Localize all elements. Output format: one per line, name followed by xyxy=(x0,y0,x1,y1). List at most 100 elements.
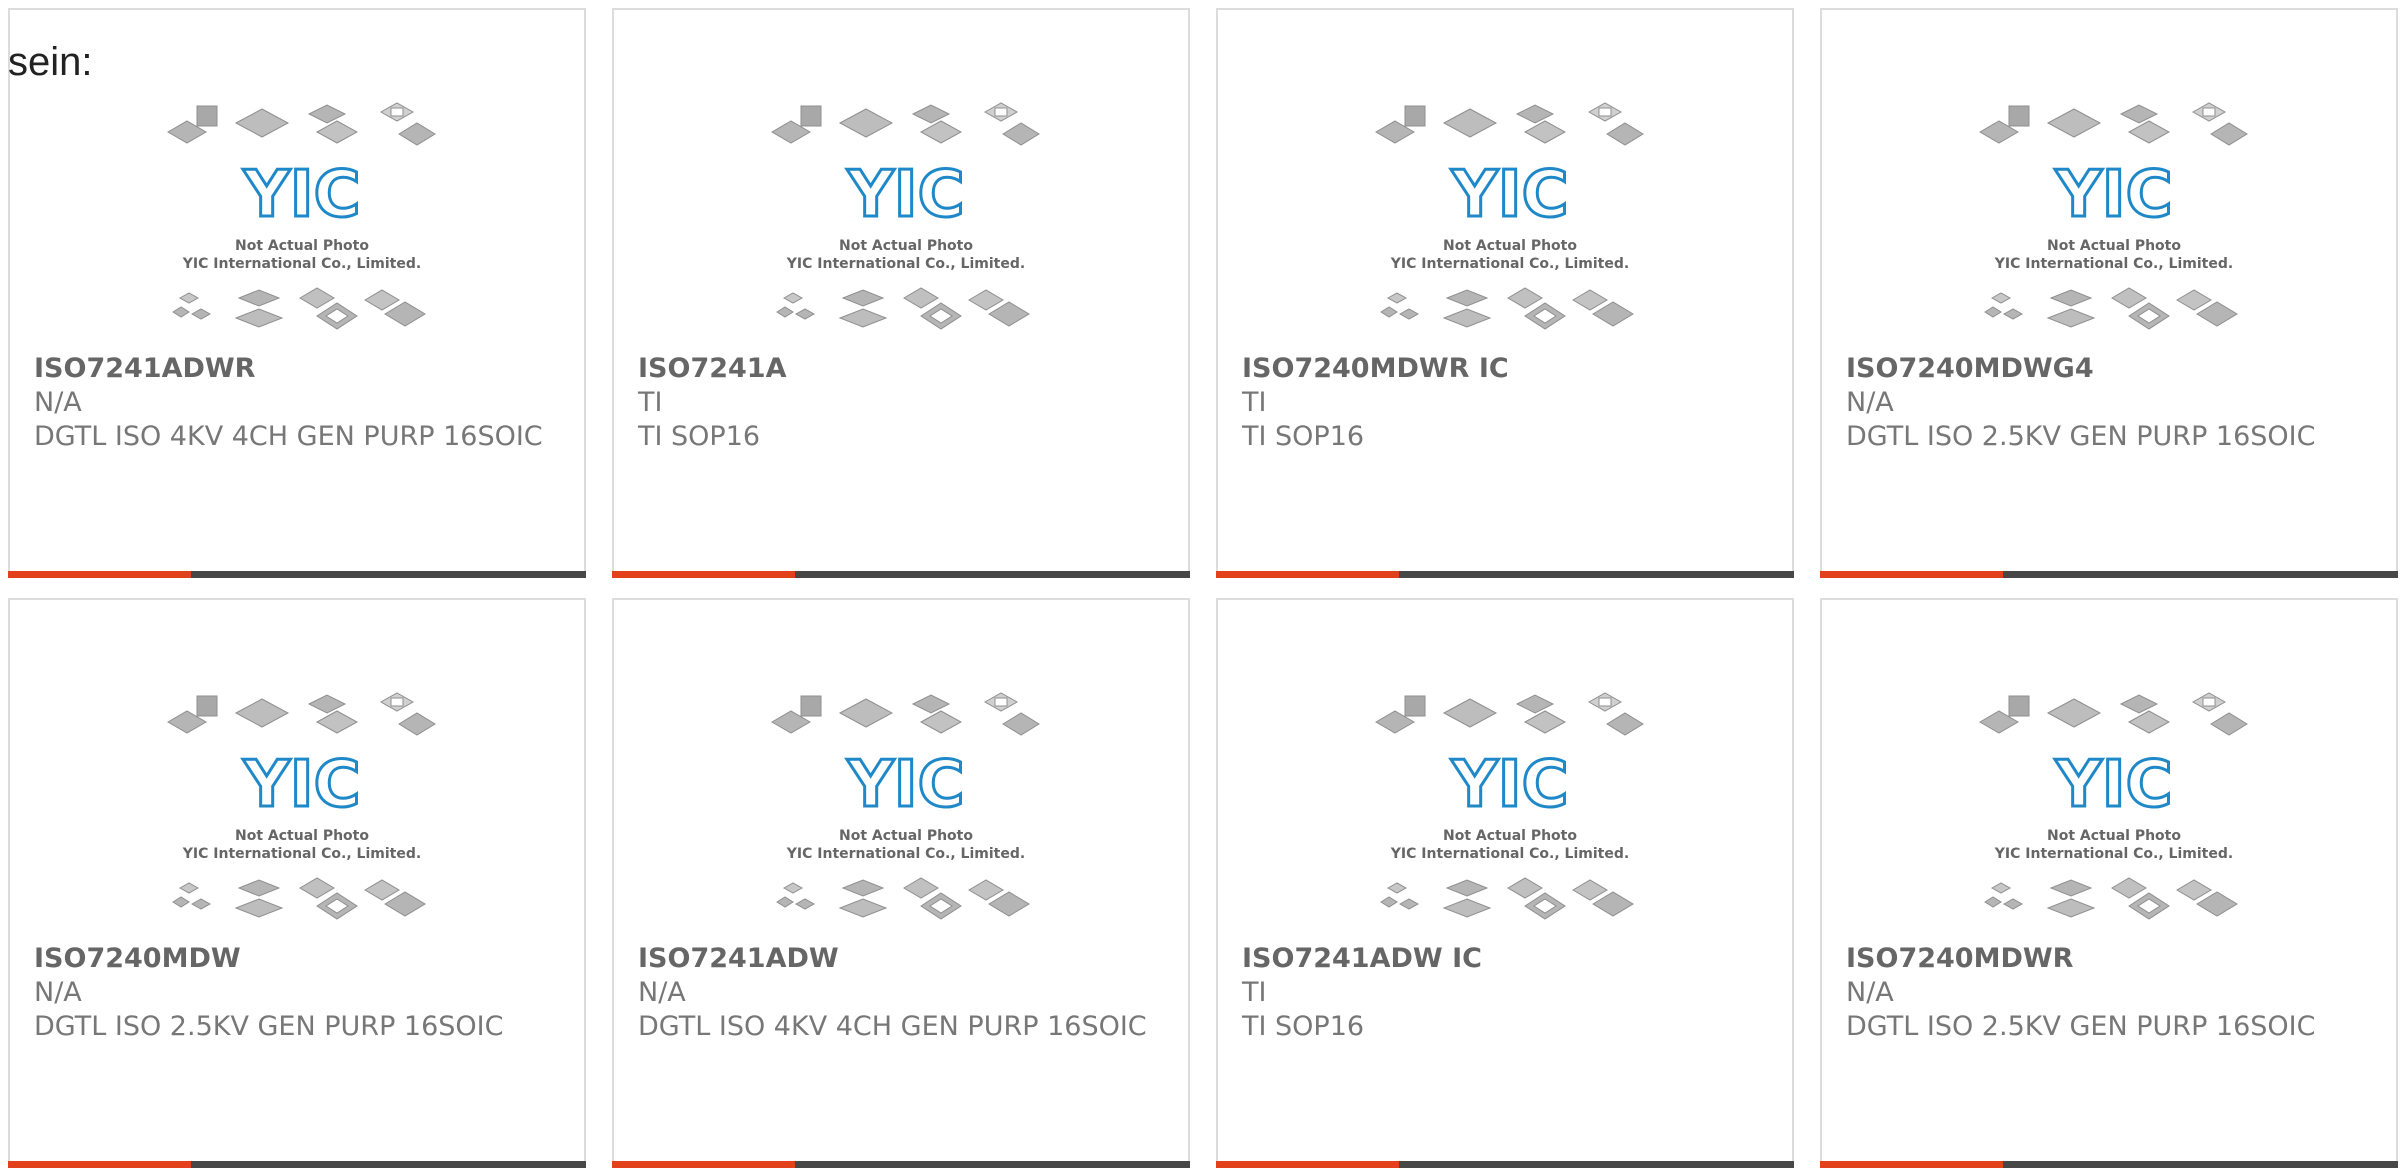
placeholder-caption-line1: Not Actual Photo xyxy=(2047,828,2181,844)
product-card[interactable]: YIC Not Actual Photo YIC International Co.… xyxy=(8,598,586,1168)
product-description: TI SOP16 xyxy=(1242,421,1365,452)
placeholder-caption-line2: YIC International Co., Limited. xyxy=(1994,846,2233,862)
product-image: YIC Not Actual Photo YIC International Co.… xyxy=(771,98,1041,348)
card-accent-bar-highlight xyxy=(1820,1161,2003,1168)
product-part-number[interactable]: ISO7240MDWR xyxy=(1846,942,2073,976)
product-manufacturer: TI xyxy=(1242,387,1267,418)
product-image: YIC Not Actual Photo YIC International Co.… xyxy=(1979,98,2249,348)
chip-icons-top xyxy=(1979,692,2248,736)
placeholder-graphic: YIC Not Actual Photo YIC International Co.… xyxy=(167,692,436,920)
product-description: DGTL ISO 2.5KV GEN PURP 16SOIC xyxy=(1846,421,2316,452)
card-accent-bar-highlight xyxy=(8,571,191,578)
chip-icons-bottom xyxy=(1380,287,1634,330)
yic-logo: YIC xyxy=(242,158,360,232)
product-manufacturer: N/A xyxy=(1846,387,1894,418)
product-part-number[interactable]: ISO7240MDWG4 xyxy=(1846,352,2094,386)
card-accent-bar-highlight xyxy=(1216,1161,1399,1168)
chip-icons-bottom xyxy=(172,287,426,330)
chip-icons-top xyxy=(1375,102,1644,146)
placeholder-graphic: YIC Not Actual Photo YIC International Co.… xyxy=(771,692,1040,920)
placeholder-caption-line2: YIC International Co., Limited. xyxy=(1994,256,2233,272)
product-card[interactable]: YIC Not Actual Photo YIC International Co.… xyxy=(8,8,586,578)
placeholder-caption-line1: Not Actual Photo xyxy=(1443,238,1577,254)
product-image: YIC Not Actual Photo YIC International Co.… xyxy=(1979,688,2249,938)
placeholder-graphic: YIC Not Actual Photo YIC International Co.… xyxy=(771,102,1040,330)
placeholder-caption-line1: Not Actual Photo xyxy=(235,828,369,844)
card-accent-bar-highlight xyxy=(1216,571,1399,578)
yic-logo: YIC xyxy=(1450,748,1568,822)
product-description: DGTL ISO 4KV 4CH GEN PURP 16SOIC xyxy=(34,421,543,452)
product-part-number[interactable]: ISO7240MDWR IC xyxy=(1242,352,1509,386)
product-part-number[interactable]: ISO7241ADW IC xyxy=(1242,942,1482,976)
product-manufacturer: TI xyxy=(1242,977,1267,1008)
chip-icons-top xyxy=(167,102,436,146)
product-grid: YIC Not Actual Photo YIC International Co.… xyxy=(8,8,2400,1168)
placeholder-caption-line1: Not Actual Photo xyxy=(839,238,973,254)
product-image: YIC Not Actual Photo YIC International Co.… xyxy=(1375,98,1645,348)
yic-logo: YIC xyxy=(846,748,964,822)
placeholder-caption-line2: YIC International Co., Limited. xyxy=(1390,256,1629,272)
placeholder-graphic: YIC Not Actual Photo YIC International Co.… xyxy=(1979,102,2248,330)
chip-icons-bottom xyxy=(1984,287,2238,330)
placeholder-graphic: YIC Not Actual Photo YIC International Co.… xyxy=(167,102,436,330)
product-card[interactable]: YIC Not Actual Photo YIC International Co.… xyxy=(612,8,1190,578)
card-accent-bar-highlight xyxy=(8,1161,191,1168)
chip-icons-bottom xyxy=(776,877,1030,920)
product-card[interactable]: YIC Not Actual Photo YIC International Co.… xyxy=(1820,598,2398,1168)
card-accent-bar xyxy=(1216,1161,1794,1168)
product-manufacturer: N/A xyxy=(638,977,686,1008)
card-accent-bar-highlight xyxy=(1820,571,2003,578)
chip-icons-bottom xyxy=(776,287,1030,330)
product-description: DGTL ISO 2.5KV GEN PURP 16SOIC xyxy=(34,1011,504,1042)
yic-logo: YIC xyxy=(2054,748,2172,822)
product-description: TI SOP16 xyxy=(1242,1011,1365,1042)
card-accent-bar xyxy=(8,571,586,578)
yic-logo: YIC xyxy=(2054,158,2172,232)
card-accent-bar xyxy=(1820,1161,2398,1168)
product-manufacturer: N/A xyxy=(34,387,82,418)
chip-icons-top xyxy=(771,102,1040,146)
placeholder-caption-line1: Not Actual Photo xyxy=(235,238,369,254)
placeholder-caption-line2: YIC International Co., Limited. xyxy=(786,256,1025,272)
chip-icons-top xyxy=(771,692,1040,736)
placeholder-caption-line2: YIC International Co., Limited. xyxy=(182,846,421,862)
product-description: TI SOP16 xyxy=(638,421,761,452)
placeholder-caption-line2: YIC International Co., Limited. xyxy=(182,256,421,272)
product-card[interactable]: YIC Not Actual Photo YIC International Co.… xyxy=(1216,598,1794,1168)
yic-logo: YIC xyxy=(1450,158,1568,232)
product-part-number[interactable]: ISO7241ADWR xyxy=(34,352,255,386)
product-card[interactable]: YIC Not Actual Photo YIC International Co.… xyxy=(1216,8,1794,578)
product-card[interactable]: YIC Not Actual Photo YIC International Co.… xyxy=(1820,8,2398,578)
card-accent-bar-highlight xyxy=(612,1161,795,1168)
card-accent-bar xyxy=(1820,571,2398,578)
yic-logo: YIC xyxy=(846,158,964,232)
chip-icons-bottom xyxy=(1984,877,2238,920)
product-manufacturer: N/A xyxy=(1846,977,1894,1008)
card-accent-bar xyxy=(612,1161,1190,1168)
placeholder-graphic: YIC Not Actual Photo YIC International Co.… xyxy=(1375,692,1644,920)
card-accent-bar xyxy=(612,571,1190,578)
product-image: YIC Not Actual Photo YIC International Co.… xyxy=(771,688,1041,938)
product-card[interactable]: YIC Not Actual Photo YIC International Co.… xyxy=(612,598,1190,1168)
placeholder-caption-line2: YIC International Co., Limited. xyxy=(786,846,1025,862)
placeholder-graphic: YIC Not Actual Photo YIC International Co.… xyxy=(1375,102,1644,330)
intro-text: sein: xyxy=(8,40,93,84)
product-part-number[interactable]: ISO7240MDW xyxy=(34,942,241,976)
yic-logo: YIC xyxy=(242,748,360,822)
placeholder-graphic: YIC Not Actual Photo YIC International Co.… xyxy=(1979,692,2248,920)
chip-icons-bottom xyxy=(1380,877,1634,920)
chip-icons-bottom xyxy=(172,877,426,920)
product-part-number[interactable]: ISO7241A xyxy=(638,352,787,386)
product-part-number[interactable]: ISO7241ADW xyxy=(638,942,839,976)
card-accent-bar xyxy=(1216,571,1794,578)
chip-icons-top xyxy=(167,692,436,736)
product-description: DGTL ISO 2.5KV GEN PURP 16SOIC xyxy=(1846,1011,2316,1042)
card-accent-bar xyxy=(8,1161,586,1168)
placeholder-caption-line2: YIC International Co., Limited. xyxy=(1390,846,1629,862)
product-image: YIC Not Actual Photo YIC International Co.… xyxy=(1375,688,1645,938)
product-image: YIC Not Actual Photo YIC International Co.… xyxy=(167,688,437,938)
product-manufacturer: TI xyxy=(638,387,663,418)
placeholder-caption-line1: Not Actual Photo xyxy=(839,828,973,844)
card-accent-bar-highlight xyxy=(612,571,795,578)
placeholder-caption-line1: Not Actual Photo xyxy=(1443,828,1577,844)
